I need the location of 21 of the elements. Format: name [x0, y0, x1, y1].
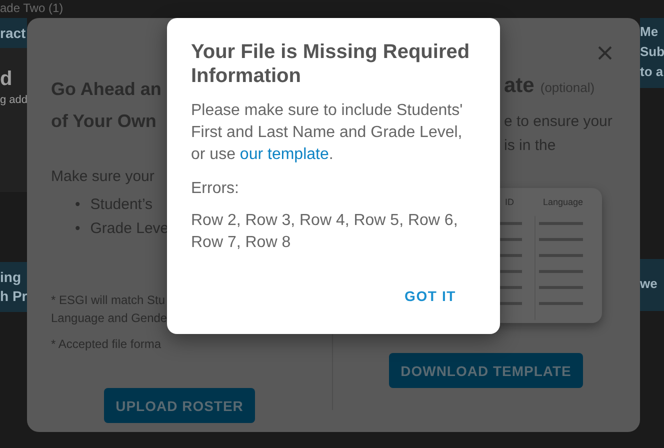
download-template-button[interactable]: DOWNLOAD TEMPLATE — [388, 353, 584, 388]
card-header-text: to a — [640, 63, 664, 81]
alert-title: Your File is Missing Required Information — [191, 40, 471, 88]
card-header-text: we — [640, 275, 658, 293]
card-header-text: Me — [640, 23, 660, 41]
card-header-text: Sub — [640, 43, 664, 61]
card-header-text: ract — [0, 24, 27, 43]
errors-list: Row 2, Row 3, Row 4, Row 5, Row 6, Row 7, Row 8 — [191, 210, 476, 254]
bullet-marker: • — [75, 219, 80, 239]
card-subtitle: g add — [0, 94, 27, 106]
upload-roster-button[interactable]: UPLOAD ROSTER — [104, 388, 256, 423]
bullet-marker: • — [75, 195, 80, 215]
card-header-text: h Pr — [0, 287, 27, 306]
close-icon[interactable] — [598, 46, 612, 60]
card-header-text: ing — [0, 268, 22, 287]
card-title: d — [0, 68, 14, 90]
errors-label: Errors: — [191, 179, 240, 199]
template-link[interactable]: our template — [240, 146, 329, 163]
section-header-text: ade Two (1) — [0, 1, 64, 17]
alert-message: Please make sure to include Students' First and Last Name and Grade Level, or use our template. — [191, 101, 464, 165]
got-it-button[interactable]: GOT IT — [396, 282, 464, 310]
